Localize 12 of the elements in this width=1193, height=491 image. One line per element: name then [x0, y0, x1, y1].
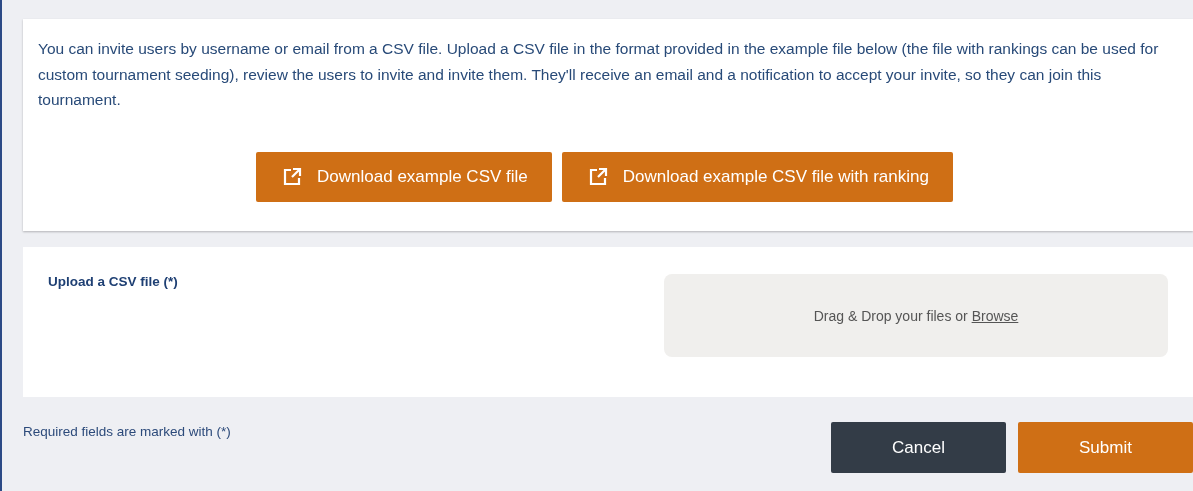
required-note: Required fields are marked with (*)	[23, 423, 231, 441]
field-label: Upload a CSV file (*)	[48, 274, 179, 289]
browse-link[interactable]: Browse	[971, 307, 1019, 324]
download-button[interactable]: Download example CSV file with ranking	[561, 151, 953, 202]
intro-text: You can invite users by username or email from a CSV file. Upload a CSV file in the format provided in the example file below (the file with rankings can be used for custom tournament seeding), review the users to invite and invite them. They'll receive an email and a notification to accept your invite, so they can join this tournament.	[38, 39, 1160, 110]
drop-zone-text: Drag & Drop your files or Browse	[813, 307, 1019, 324]
file-drop-zone[interactable]: Drag & Drop your files or Browse	[664, 274, 1168, 357]
external-link-icon	[282, 166, 303, 187]
submit-button[interactable]: Submit	[1018, 422, 1193, 473]
download-button[interactable]: Download example CSV file	[256, 151, 552, 202]
cancel-button[interactable]: Cancel	[831, 422, 1006, 473]
external-link-icon	[587, 166, 608, 187]
